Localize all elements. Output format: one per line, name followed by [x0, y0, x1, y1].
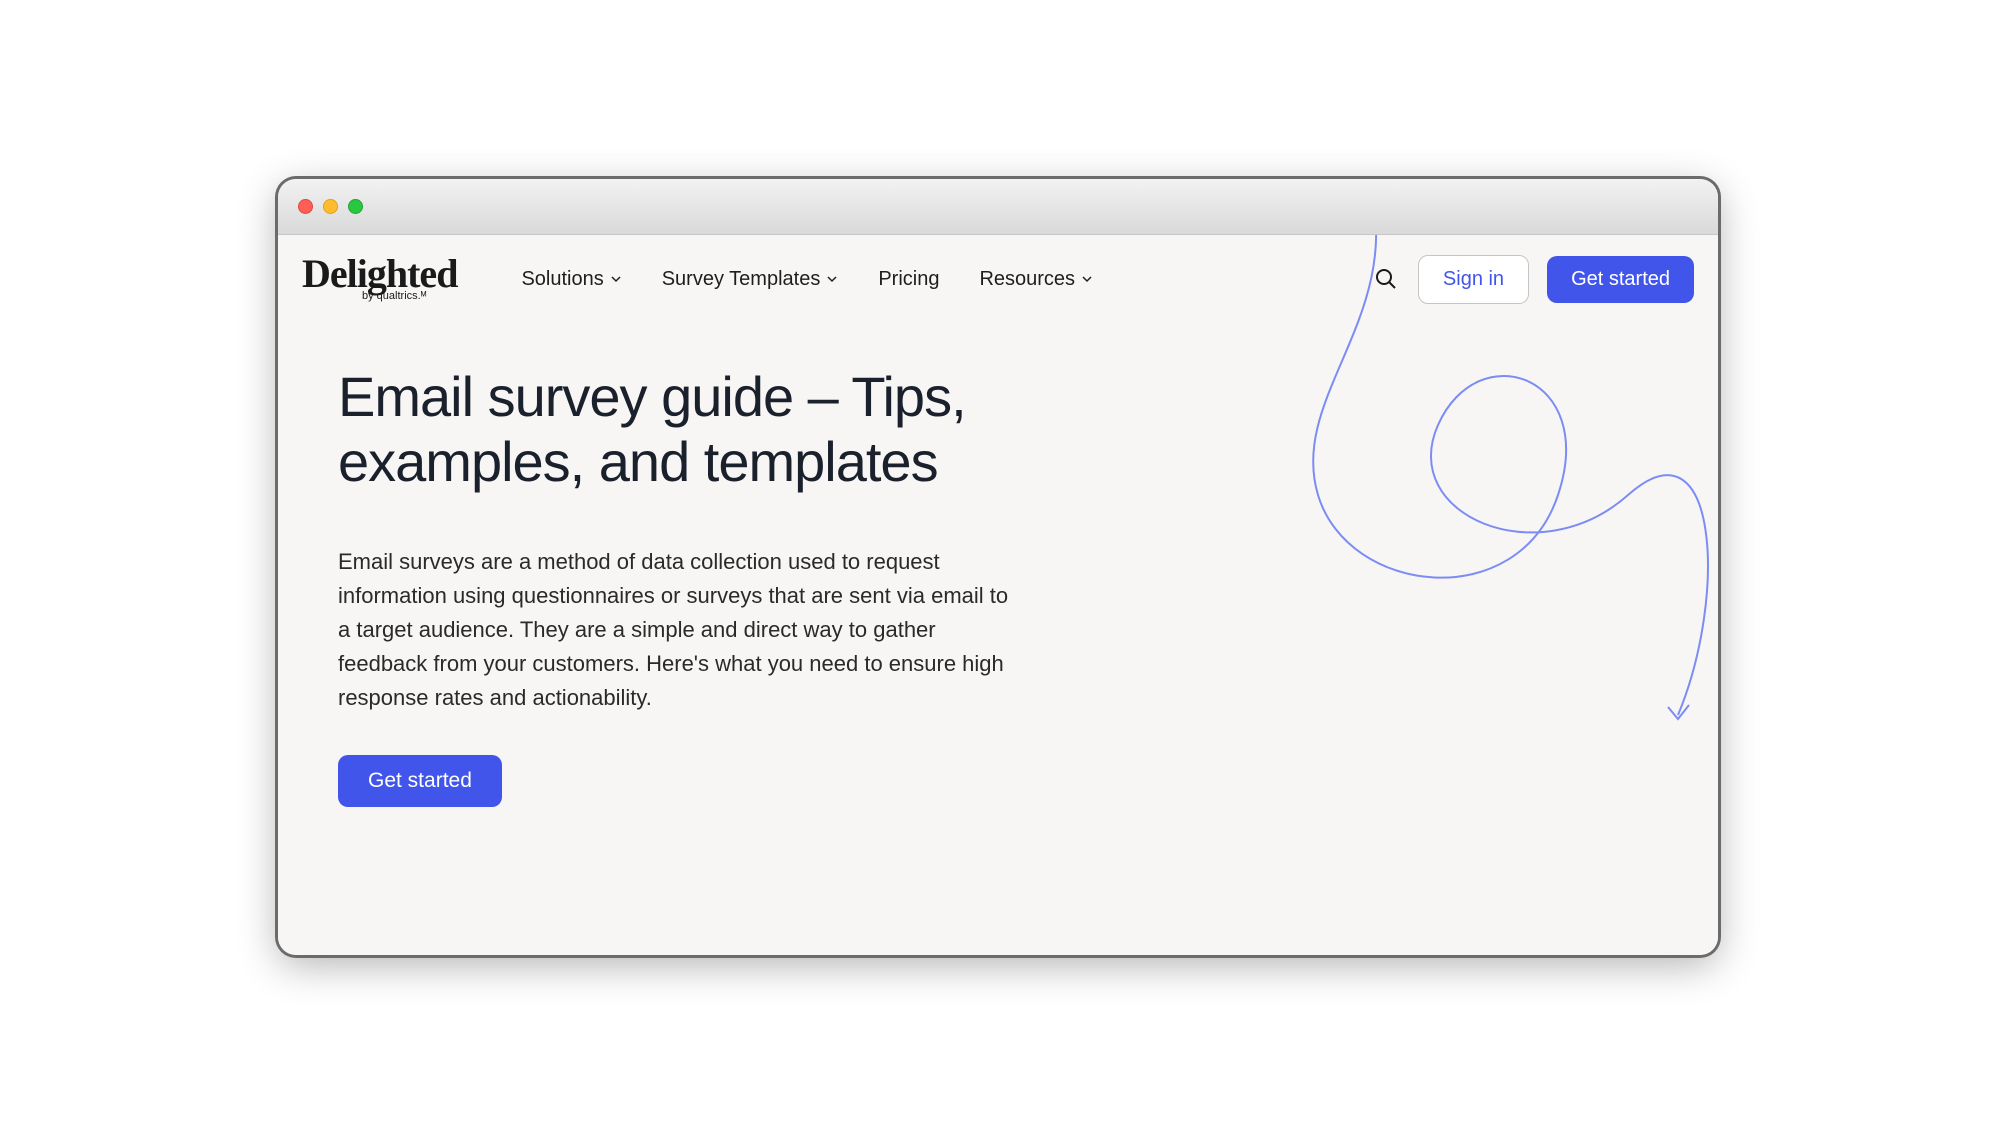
minimize-icon[interactable] — [323, 199, 338, 214]
traffic-lights — [298, 199, 363, 214]
nav-link-label: Solutions — [521, 268, 603, 291]
logo-main: Delighted — [302, 256, 457, 292]
nav-survey-templates[interactable]: Survey Templates — [662, 268, 839, 291]
chevron-down-icon — [826, 273, 838, 285]
nav-links: Solutions Survey Templates Pricing Resou… — [521, 268, 1093, 291]
logo[interactable]: Delighted by qualtrics.ᴹ — [302, 256, 457, 302]
maximize-icon[interactable] — [348, 199, 363, 214]
close-icon[interactable] — [298, 199, 313, 214]
signin-button[interactable]: Sign in — [1418, 255, 1529, 304]
hero-body: Email surveys are a method of data colle… — [338, 545, 1018, 715]
nav-link-label: Survey Templates — [662, 268, 821, 291]
window-titlebar — [278, 179, 1718, 235]
page-title: Email survey guide – Tips, examples, and… — [338, 364, 1018, 495]
hero-cta-button[interactable]: Get started — [338, 755, 502, 807]
chevron-down-icon — [1081, 273, 1093, 285]
hero-section: Email survey guide – Tips, examples, and… — [278, 314, 1078, 868]
nav-resources[interactable]: Resources — [979, 268, 1093, 291]
logo-sub: by qualtrics.ᴹ — [362, 290, 426, 302]
search-icon — [1375, 268, 1397, 290]
chevron-down-icon — [610, 273, 622, 285]
nav-link-label: Resources — [979, 268, 1075, 291]
getstarted-button[interactable]: Get started — [1547, 256, 1694, 303]
page-content: Delighted by qualtrics.ᴹ Solutions Surve… — [278, 235, 1718, 955]
nav-solutions[interactable]: Solutions — [521, 268, 621, 291]
search-button[interactable] — [1372, 265, 1400, 293]
nav-link-label: Pricing — [878, 268, 939, 291]
nav-pricing[interactable]: Pricing — [878, 268, 939, 291]
browser-window: Delighted by qualtrics.ᴹ Solutions Surve… — [278, 179, 1718, 955]
main-nav: Delighted by qualtrics.ᴹ Solutions Surve… — [278, 235, 1718, 314]
nav-right: Sign in Get started — [1372, 255, 1694, 304]
